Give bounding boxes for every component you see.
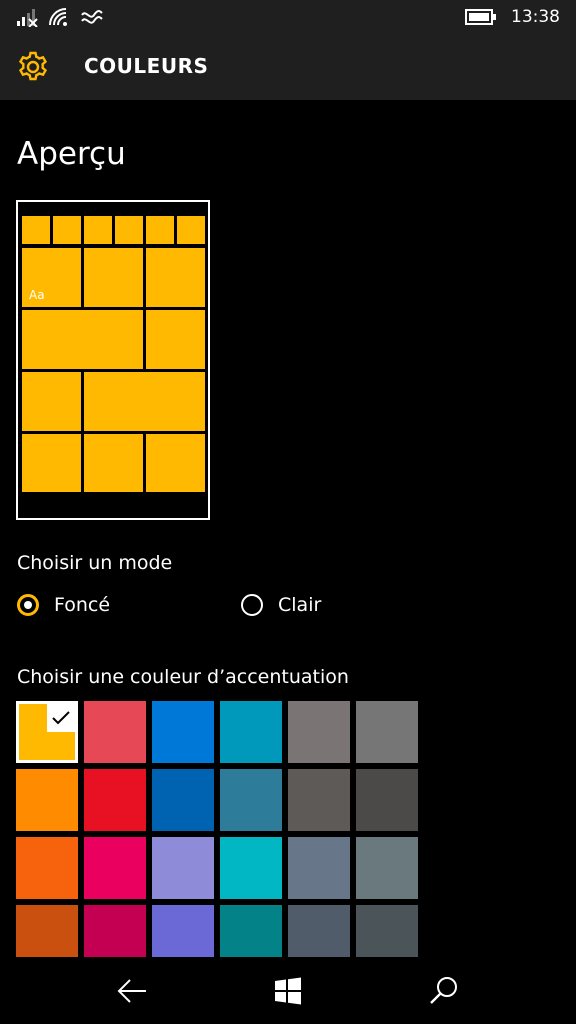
radio-light-label: Clair [278, 594, 322, 616]
start-screen-preview: Aa [16, 200, 210, 520]
start-button[interactable] [268, 973, 308, 1009]
accent-color-swatch[interactable] [84, 769, 146, 831]
preview-tile [177, 216, 205, 244]
accent-color-swatch[interactable] [152, 769, 214, 831]
battery-icon [465, 9, 496, 25]
navigation-bar [0, 957, 576, 1024]
search-icon [430, 977, 457, 1004]
accent-color-swatch[interactable] [152, 701, 214, 763]
preview-tile [22, 434, 81, 492]
accent-color-swatch[interactable] [152, 905, 214, 957]
preview-tile [84, 434, 143, 492]
preview-tile [84, 248, 143, 307]
gear-icon [18, 51, 48, 81]
preview-tile [84, 372, 205, 431]
accent-color-swatch[interactable] [220, 701, 282, 763]
radio-light[interactable]: Clair [241, 594, 321, 616]
accent-color-swatch[interactable] [288, 905, 350, 957]
accent-color-swatch[interactable] [288, 837, 350, 899]
preview-tile [22, 372, 81, 431]
preview-tile-text: Aa [29, 288, 45, 302]
preview-tile [146, 434, 205, 492]
preview-tile: Aa [22, 248, 81, 307]
radio-button-unchecked[interactable] [241, 594, 263, 616]
preview-tile [146, 248, 205, 307]
status-icons-right: 13:38 [465, 6, 560, 28]
preview-tile [22, 216, 50, 244]
accent-color-swatch[interactable] [16, 701, 78, 763]
accent-color-swatch[interactable] [84, 701, 146, 763]
accent-color-swatch[interactable] [356, 701, 418, 763]
accent-color-swatch[interactable] [16, 837, 78, 899]
radio-button-checked[interactable] [17, 594, 39, 616]
preview-tile [146, 310, 205, 369]
mode-radio-group: Foncé Clair [17, 594, 557, 624]
back-button[interactable] [112, 973, 152, 1009]
windows-logo-icon [275, 977, 301, 1005]
accent-color-swatch[interactable] [220, 905, 282, 957]
status-icons-left [16, 6, 104, 28]
data-sense-icon [81, 10, 103, 24]
radio-dark-label: Foncé [54, 594, 111, 616]
accent-color-swatch[interactable] [220, 769, 282, 831]
search-button[interactable] [424, 973, 464, 1009]
accent-color-swatch[interactable] [84, 837, 146, 899]
accent-color-swatch[interactable] [288, 701, 350, 763]
wifi-icon [49, 8, 67, 26]
accent-color-swatch[interactable] [220, 837, 282, 899]
preview-tile [22, 310, 143, 369]
accent-color-label: Choisir une couleur d’accentuation [17, 666, 349, 688]
accent-color-swatch[interactable] [16, 769, 78, 831]
app-header: COULEURS [0, 34, 576, 100]
checkmark-icon [47, 704, 75, 732]
preview-tile [84, 216, 112, 244]
mode-label: Choisir un mode [17, 552, 173, 574]
back-arrow-icon [117, 979, 146, 1003]
accent-color-swatch[interactable] [84, 905, 146, 957]
accent-color-swatch[interactable] [356, 769, 418, 831]
accent-color-swatch[interactable] [356, 837, 418, 899]
settings-content[interactable]: Aperçu Aa Choisir un mode Foncé Clair Ch… [0, 100, 576, 957]
accent-color-swatch[interactable] [288, 769, 350, 831]
accent-color-swatch[interactable] [16, 905, 78, 957]
page-title: COULEURS [84, 54, 209, 78]
status-bar: 13:38 [0, 0, 576, 34]
preview-tile [53, 216, 81, 244]
accent-color-swatch[interactable] [152, 837, 214, 899]
accent-color-swatch[interactable] [356, 905, 418, 957]
preview-heading: Aperçu [17, 136, 126, 172]
radio-dark[interactable]: Foncé [17, 594, 110, 616]
clock: 13:38 [511, 7, 560, 27]
preview-tile [115, 216, 143, 244]
preview-tile [146, 216, 174, 244]
signal-strength-icon [17, 9, 38, 27]
